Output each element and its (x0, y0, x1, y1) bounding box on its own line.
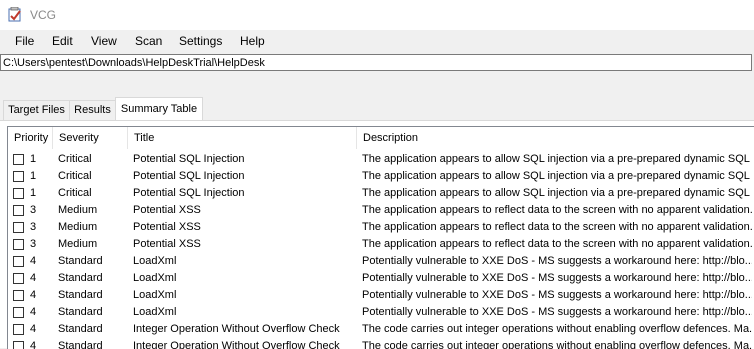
cell-severity: Standard (58, 340, 103, 349)
cell-title: LoadXml (133, 255, 177, 267)
cell-severity: Standard (58, 272, 103, 284)
table-row[interactable]: 4 Standard Integer Operation Without Overf… (8, 338, 754, 349)
cell-title: Integer Operation Without Overflow Check (133, 323, 340, 335)
table-row[interactable]: 1 Critical Potential SQL Injection The appl… (8, 151, 754, 168)
menu-file[interactable]: File (15, 34, 34, 48)
menu-scan[interactable]: Scan (135, 34, 162, 48)
cell-severity: Standard (58, 289, 103, 301)
cell-severity: Standard (58, 306, 103, 318)
cell-description: The code carries out integer operations … (362, 323, 752, 335)
table-row[interactable]: 3 Medium Potential XSS The application appe… (8, 202, 754, 219)
cell-title: Integer Operation Without Overflow Check (133, 340, 340, 349)
cell-description: The code carries out integer operations … (362, 340, 752, 349)
row-checkbox[interactable] (13, 171, 24, 182)
title-bar: VCG (0, 0, 754, 30)
table-row[interactable]: 4 Standard LoadXml Potentially vulnerable t… (8, 253, 754, 270)
menu-bar: File Edit View Scan Settings Help (0, 30, 754, 52)
row-checkbox[interactable] (13, 290, 24, 301)
summary-table-panel: Priority Severity Title Description 1 Cri… (0, 120, 754, 349)
menu-edit[interactable]: Edit (52, 34, 73, 48)
cell-priority: 1 (30, 187, 37, 199)
cell-priority: 4 (30, 255, 37, 267)
cell-title: Potential XSS (133, 238, 201, 250)
target-path-field[interactable]: C:\Users\pentest\Downloads\HelpDeskTrial… (0, 54, 752, 71)
cell-severity: Medium (58, 204, 98, 216)
cell-severity: Medium (58, 221, 98, 233)
cell-description: The application appears to allow SQL inj… (362, 187, 752, 199)
window-title: VCG (30, 8, 57, 22)
cell-title: Potential SQL Injection (133, 153, 245, 165)
table-row[interactable]: 4 Standard LoadXml Potentially vulnerable t… (8, 304, 754, 321)
row-checkbox[interactable] (13, 205, 24, 216)
table-header: Priority Severity Title Description (8, 127, 754, 149)
table-row[interactable]: 4 Standard LoadXml Potentially vulnerable t… (8, 270, 754, 287)
cell-title: Potential SQL Injection (133, 187, 245, 199)
cell-priority: 4 (30, 306, 37, 318)
cell-severity: Medium (58, 238, 98, 250)
cell-description: Potentially vulnerable to XXE DoS - MS s… (362, 255, 752, 267)
app-icon (8, 7, 21, 22)
cell-priority: 4 (30, 272, 37, 284)
cell-title: LoadXml (133, 306, 177, 318)
cell-description: The application appears to reflect data … (362, 204, 752, 216)
cell-title: LoadXml (133, 289, 177, 301)
cell-priority: 3 (30, 221, 37, 233)
cell-title: LoadXml (133, 272, 177, 284)
row-checkbox[interactable] (13, 324, 24, 335)
cell-description: Potentially vulnerable to XXE DoS - MS s… (362, 289, 752, 301)
column-header-severity[interactable]: Severity (53, 127, 128, 149)
cell-title: Potential XSS (133, 221, 201, 233)
cell-title: Potential SQL Injection (133, 170, 245, 182)
row-checkbox[interactable] (13, 188, 24, 199)
menu-settings[interactable]: Settings (179, 34, 222, 48)
table-row[interactable]: 1 Critical Potential SQL Injection The appl… (8, 185, 754, 202)
cell-severity: Critical (58, 153, 92, 165)
cell-priority: 3 (30, 204, 37, 216)
cell-priority: 1 (30, 153, 37, 165)
column-header-priority[interactable]: Priority (8, 127, 53, 149)
cell-severity: Standard (58, 323, 103, 335)
cell-priority: 3 (30, 238, 37, 250)
cell-severity: Standard (58, 255, 103, 267)
menu-view[interactable]: View (91, 34, 117, 48)
cell-severity: Critical (58, 187, 92, 199)
table-row[interactable]: 4 Standard LoadXml Potentially vulnerable t… (8, 287, 754, 304)
table-row[interactable]: 1 Critical Potential SQL Injection The appl… (8, 168, 754, 185)
cell-description: The application appears to allow SQL inj… (362, 153, 752, 165)
table-row[interactable]: 3 Medium Potential XSS The application appe… (8, 219, 754, 236)
cell-description: Potentially vulnerable to XXE DoS - MS s… (362, 272, 752, 284)
row-checkbox[interactable] (13, 273, 24, 284)
cell-priority: 1 (30, 170, 37, 182)
cell-severity: Critical (58, 170, 92, 182)
row-checkbox[interactable] (13, 154, 24, 165)
column-header-title[interactable]: Title (128, 127, 357, 149)
table-row[interactable]: 4 Standard Integer Operation Without Overf… (8, 321, 754, 338)
row-checkbox[interactable] (13, 222, 24, 233)
tab-target-files[interactable]: Target Files (3, 100, 70, 120)
column-header-description[interactable]: Description (357, 127, 754, 149)
cell-description: The application appears to allow SQL inj… (362, 170, 752, 182)
cell-title: Potential XSS (133, 204, 201, 216)
summary-table[interactable]: Priority Severity Title Description 1 Cri… (7, 126, 754, 349)
row-checkbox[interactable] (13, 256, 24, 267)
row-checkbox[interactable] (13, 307, 24, 318)
cell-description: Potentially vulnerable to XXE DoS - MS s… (362, 306, 752, 318)
cell-priority: 4 (30, 323, 37, 335)
table-row[interactable]: 3 Medium Potential XSS The application appe… (8, 236, 754, 253)
tab-summary-table[interactable]: Summary Table (115, 97, 203, 121)
cell-description: The application appears to reflect data … (362, 238, 752, 250)
tab-results[interactable]: Results (69, 100, 116, 120)
tab-strip: Target Files Results Summary Table (0, 97, 754, 121)
cell-description: The application appears to reflect data … (362, 221, 752, 233)
row-checkbox[interactable] (13, 239, 24, 250)
menu-help[interactable]: Help (240, 34, 265, 48)
cell-priority: 4 (30, 289, 37, 301)
cell-priority: 4 (30, 340, 37, 349)
